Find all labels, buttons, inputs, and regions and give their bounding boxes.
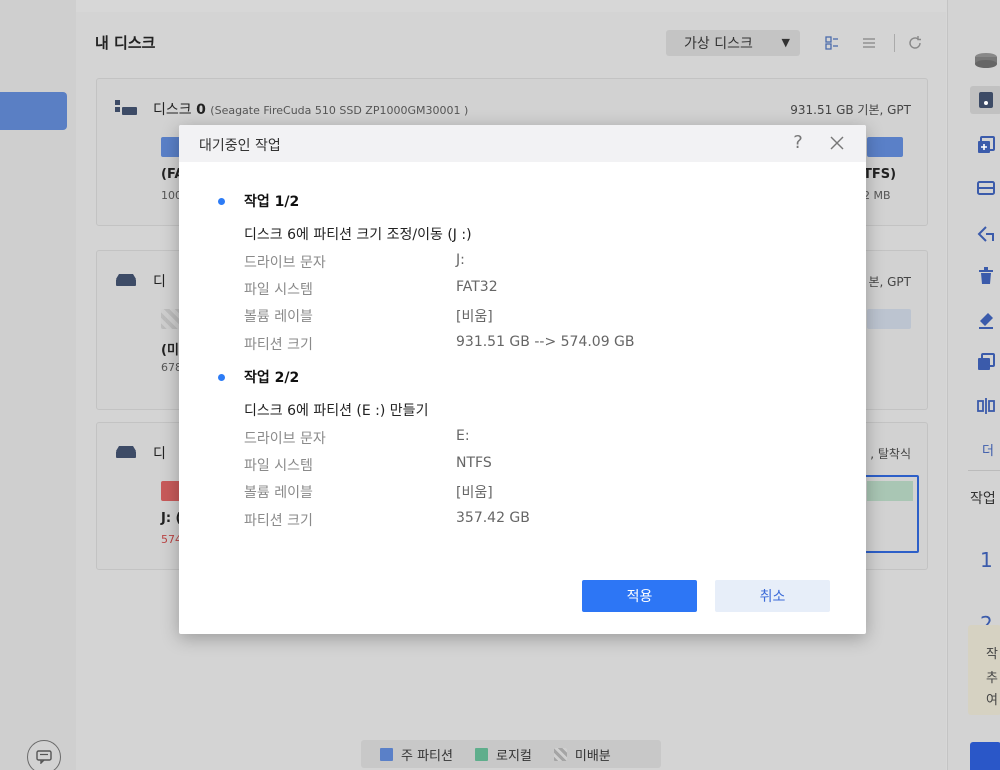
- unallocated-swatch: [553, 747, 567, 761]
- disk-icon: [114, 99, 138, 117]
- close-icon[interactable]: [828, 134, 846, 152]
- legend-label: 로지컬: [495, 748, 532, 764]
- left-sidebar: [0, 0, 76, 770]
- more-link[interactable]: 더: [982, 440, 994, 459]
- partition-bar[interactable]: [867, 137, 903, 157]
- cancel-button[interactable]: 취소: [715, 580, 830, 612]
- pending-ops-label: 작업: [970, 491, 996, 507]
- op-count-1[interactable]: 1: [980, 548, 993, 572]
- legend-label: 주 파티션: [401, 748, 453, 764]
- primary-swatch: [380, 747, 393, 761]
- clone-icon[interactable]: [976, 178, 996, 198]
- partition-bar[interactable]: [161, 309, 181, 329]
- field-key: 파티션 크기: [244, 337, 313, 353]
- disk-icon: [114, 443, 138, 461]
- eraser-icon[interactable]: [976, 310, 996, 330]
- disk-info: 931.51 GB 기본, GPT: [790, 103, 911, 117]
- partition-bar[interactable]: [867, 309, 911, 329]
- disk-name: 디스크 0 (Seagate FireCuda 510 SSD ZP1000GM…: [153, 102, 469, 118]
- field-key: 볼륨 레이블: [244, 485, 313, 501]
- tip-note: 작 추 여: [968, 625, 1000, 715]
- disk-info: 본, GPT: [868, 275, 911, 289]
- field-value: [비움]: [456, 485, 493, 501]
- bullet-icon: [218, 198, 225, 205]
- execute-button[interactable]: [970, 742, 1000, 770]
- divider: [968, 470, 1000, 471]
- dialog-title: 대기중인 작업: [199, 138, 281, 154]
- copy-icon[interactable]: [976, 352, 996, 372]
- field-key: 드라이브 문자: [244, 431, 326, 447]
- partition-bar[interactable]: [161, 137, 181, 157]
- disk-info-icon[interactable]: [976, 90, 996, 110]
- disk-name: 디: [153, 274, 166, 290]
- help-icon[interactable]: ?: [788, 133, 808, 153]
- partition-label: TFS): [863, 167, 897, 182]
- partition-size: 2 MB: [863, 189, 891, 202]
- field-value: FAT32: [456, 279, 498, 295]
- list-view-icon[interactable]: [860, 34, 878, 52]
- virtual-disk-label: 가상 디스크: [684, 36, 753, 52]
- dialog-header: 대기중인 작업 ?: [179, 125, 866, 162]
- page-title: 내 디스크: [95, 34, 156, 52]
- field-value: E:: [456, 428, 470, 444]
- field-value: [비움]: [456, 309, 493, 325]
- apply-button[interactable]: 적용: [582, 580, 697, 612]
- partition-legend: 주 파티션 로지컬 미배분: [361, 740, 661, 768]
- legend-unallocated: 미배분: [553, 745, 611, 764]
- virtual-disk-dropdown[interactable]: 가상 디스크 ▼: [666, 30, 800, 56]
- caret-down-icon: ▼: [781, 36, 790, 49]
- left-nav-active-item[interactable]: [0, 92, 67, 130]
- logical-swatch: [474, 747, 488, 761]
- field-key: 파일 시스템: [244, 458, 313, 474]
- pending-operations-dialog: 대기중인 작업 ? 작업 1/2 디스크 6에 파티션 크기 조정/이동 (J …: [179, 125, 866, 634]
- delete-icon[interactable]: [976, 266, 996, 286]
- partition-bar: [867, 481, 913, 501]
- refresh-icon[interactable]: [906, 34, 924, 52]
- partition-bar[interactable]: [161, 481, 181, 501]
- operation-description: 디스크 6에 파티션 (E :) 만들기: [244, 403, 429, 419]
- move-icon[interactable]: [976, 224, 996, 244]
- tip-line: 여: [986, 693, 998, 708]
- selected-partition[interactable]: [861, 475, 919, 553]
- disk-model: (Seagate FireCuda 510 SSD ZP1000GM30001 …: [210, 104, 469, 117]
- operation-description: 디스크 6에 파티션 크기 조정/이동 (J :): [244, 227, 472, 243]
- operation-title: 작업 2/2: [244, 370, 300, 386]
- legend-logical: 로지컬: [474, 745, 532, 764]
- legend-primary: 주 파티션: [380, 745, 453, 764]
- field-value: J:: [456, 252, 465, 268]
- field-value: 931.51 GB --> 574.09 GB: [456, 334, 635, 350]
- chat-icon: [36, 750, 52, 764]
- field-key: 볼륨 레이블: [244, 309, 313, 325]
- field-key: 드라이브 문자: [244, 255, 326, 271]
- right-sidebar: 더 작업 1 2 작 추 여: [947, 0, 1000, 770]
- disk-icon: [114, 271, 138, 289]
- legend-label: 미배분: [574, 748, 611, 764]
- disk-top-icon[interactable]: [972, 50, 1000, 70]
- split-icon[interactable]: [976, 396, 996, 416]
- bullet-icon: [218, 374, 225, 381]
- tip-line: 작: [986, 647, 998, 662]
- disk-info: , 탈착식: [870, 447, 911, 461]
- field-value: NTFS: [456, 455, 492, 471]
- field-value: 357.42 GB: [456, 510, 530, 526]
- tip-line: 추: [986, 671, 998, 686]
- field-key: 파티션 크기: [244, 513, 313, 529]
- feedback-button[interactable]: [27, 740, 61, 770]
- partition-label: (미: [161, 343, 179, 358]
- operation-title: 작업 1/2: [244, 194, 300, 210]
- toolbar-divider: [894, 34, 895, 52]
- field-key: 파일 시스템: [244, 282, 313, 298]
- disk-name: 디: [153, 446, 166, 462]
- grid-view-icon[interactable]: [823, 34, 841, 52]
- resize-partition-icon[interactable]: [976, 135, 996, 155]
